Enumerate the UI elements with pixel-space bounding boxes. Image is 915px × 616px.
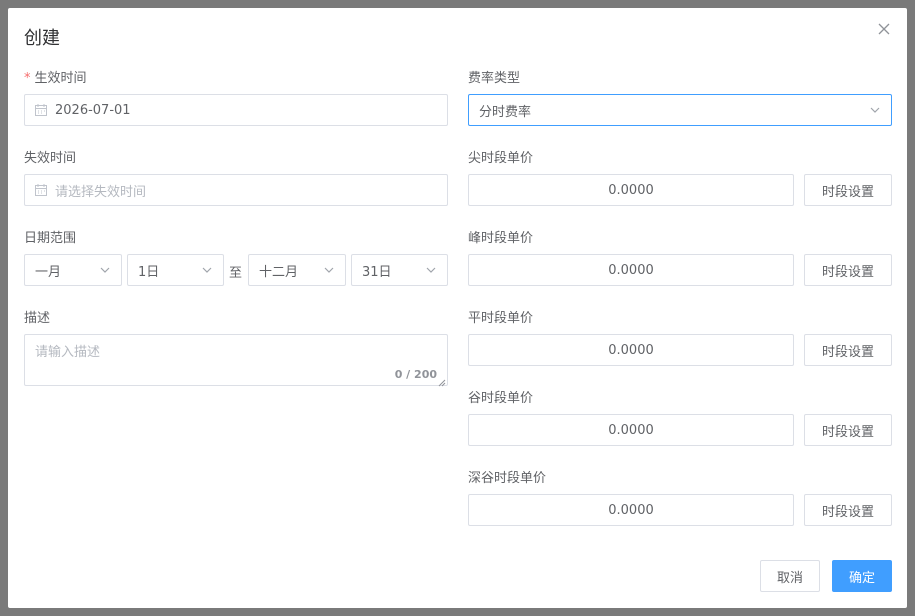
valley-price-value: 0.0000 [608,422,654,438]
rate-type-select[interactable]: 分时费率 [468,94,892,126]
resize-grip-icon[interactable] [438,376,446,387]
peak-price-label: 峰时段单价 [468,231,534,246]
description-placeholder: 请输入描述 [35,345,101,360]
sharp-price-input[interactable]: 0.0000 [468,174,794,206]
deep-valley-price-input[interactable]: 0.0000 [468,494,794,526]
close-icon[interactable] [877,22,891,36]
valley-period-settings-button[interactable]: 时段设置 [804,414,892,446]
start-day-select[interactable]: 1日 [127,254,224,286]
valley-price-label: 谷时段单价 [468,391,534,406]
dialog-title: 创建 [24,28,60,49]
flat-price-label: 平时段单价 [468,311,534,326]
chevron-down-icon [323,264,335,276]
start-day-value: 1日 [138,264,160,280]
expire-time-placeholder: 请选择失效时间 [55,184,147,200]
deep-valley-period-settings-button[interactable]: 时段设置 [804,494,892,526]
effective-time-picker[interactable]: 2026-07-01 [24,94,448,126]
flat-period-settings-button[interactable]: 时段设置 [804,334,892,366]
range-separator: 至 [229,266,243,281]
end-month-value: 十二月 [259,264,299,280]
chevron-down-icon [201,264,213,276]
valley-price-input[interactable]: 0.0000 [468,414,794,446]
sharp-price-value: 0.0000 [608,182,654,198]
confirm-button[interactable]: 确定 [832,560,892,592]
end-day-select[interactable]: 31日 [351,254,448,286]
sharp-price-label: 尖时段单价 [468,151,534,166]
description-textarea[interactable]: 请输入描述 0 / 200 [24,334,448,387]
create-dialog: 创建 * 生效时间 2026-07-01 失效时间 请选择失效时间 日期范围 一月… [8,8,907,608]
calendar-icon [35,184,47,196]
rate-type-value: 分时费率 [479,104,532,120]
peak-price-input[interactable]: 0.0000 [468,254,794,286]
start-month-select[interactable]: 一月 [24,254,122,286]
peak-period-settings-button[interactable]: 时段设置 [804,254,892,286]
peak-price-value: 0.0000 [608,262,654,278]
deep-valley-price-label: 深谷时段单价 [468,471,547,486]
end-month-select[interactable]: 十二月 [248,254,346,286]
chevron-down-icon [99,264,111,276]
required-asterisk: * [24,71,31,86]
effective-time-value: 2026-07-01 [55,102,131,118]
effective-time-label: * 生效时间 [24,67,87,86]
effective-time-label-text: 生效时间 [34,71,87,86]
date-range-label: 日期范围 [24,231,77,246]
expire-time-label: 失效时间 [24,151,77,166]
flat-price-input[interactable]: 0.0000 [468,334,794,366]
expire-time-picker[interactable]: 请选择失效时间 [24,174,448,206]
flat-price-value: 0.0000 [608,342,654,358]
cancel-button[interactable]: 取消 [760,560,820,592]
sharp-period-settings-button[interactable]: 时段设置 [804,174,892,206]
end-day-value: 31日 [362,264,392,280]
rate-type-label: 费率类型 [468,71,521,86]
chevron-down-icon [425,264,437,276]
char-counter: 0 / 200 [394,368,437,381]
chevron-down-icon [869,104,881,116]
description-label: 描述 [24,311,51,326]
start-month-value: 一月 [35,264,62,280]
calendar-icon [35,104,47,116]
deep-valley-price-value: 0.0000 [608,502,654,518]
